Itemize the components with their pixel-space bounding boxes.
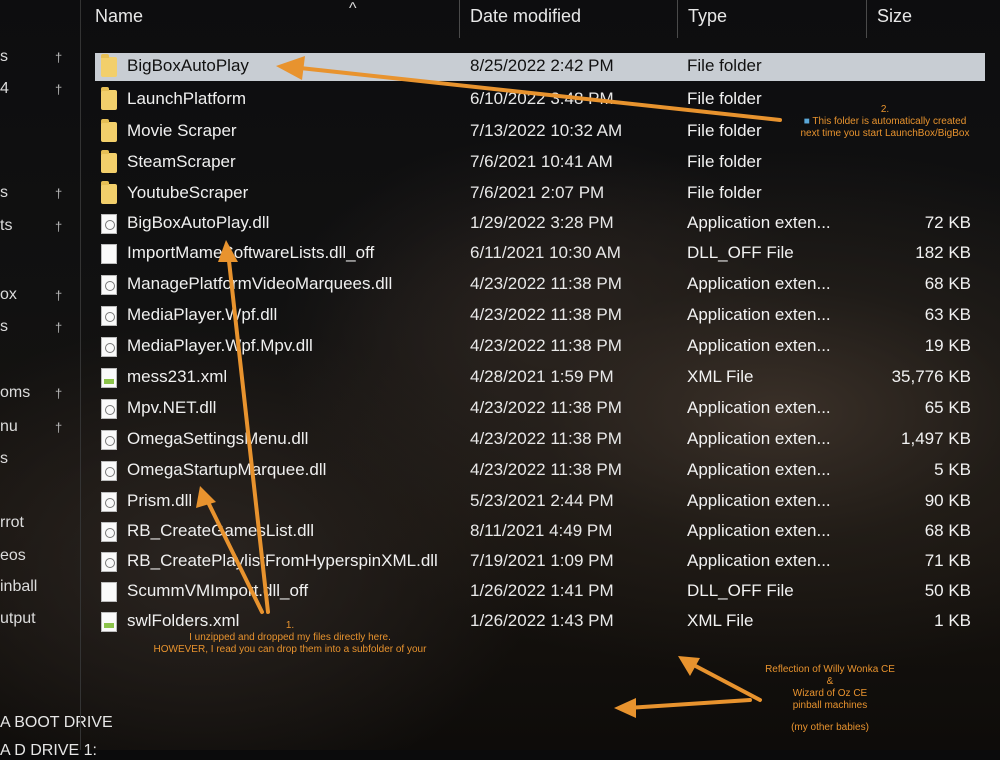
note-1-line-1: I unzipped and dropped my files directly… (189, 632, 391, 643)
arrow-to-prism-dll (204, 496, 264, 614)
arrowhead-icon (196, 486, 216, 508)
note-3-line-3: Wizard of Oz CE (792, 688, 868, 699)
note-2-line-2: next time you start LaunchBox/BigBox (800, 128, 970, 139)
note-2-line-1: This folder is automatically created (812, 116, 967, 127)
arrow-to-reflection-2 (626, 698, 752, 710)
annotation-note-1: 1. I unzipped and dropped my files direc… (130, 620, 450, 656)
robot-emoji-icon: ■ (803, 116, 810, 127)
arrowhead-icon (614, 698, 636, 718)
arrowhead-icon (218, 240, 238, 262)
note-2-number: 2. (880, 104, 890, 115)
annotation-note-2: 2. ■ This folder is automatically create… (780, 104, 990, 140)
annotation-note-3: Reflection of Willy Wonka CE & Wizard of… (740, 664, 920, 734)
note-1-number: 1. (285, 620, 295, 631)
note-1-line-2: HOWEVER, I read you can drop them into a… (153, 644, 427, 655)
arrow-to-folder (298, 66, 782, 122)
note-3-line-1: Reflection of Willy Wonka CE (765, 664, 895, 675)
arrowhead-icon (276, 56, 305, 80)
note-3-line-4: pinball machines (792, 700, 868, 711)
note-3-line-2: & (826, 676, 834, 687)
note-3-line-5: (my other babies) (791, 722, 869, 733)
